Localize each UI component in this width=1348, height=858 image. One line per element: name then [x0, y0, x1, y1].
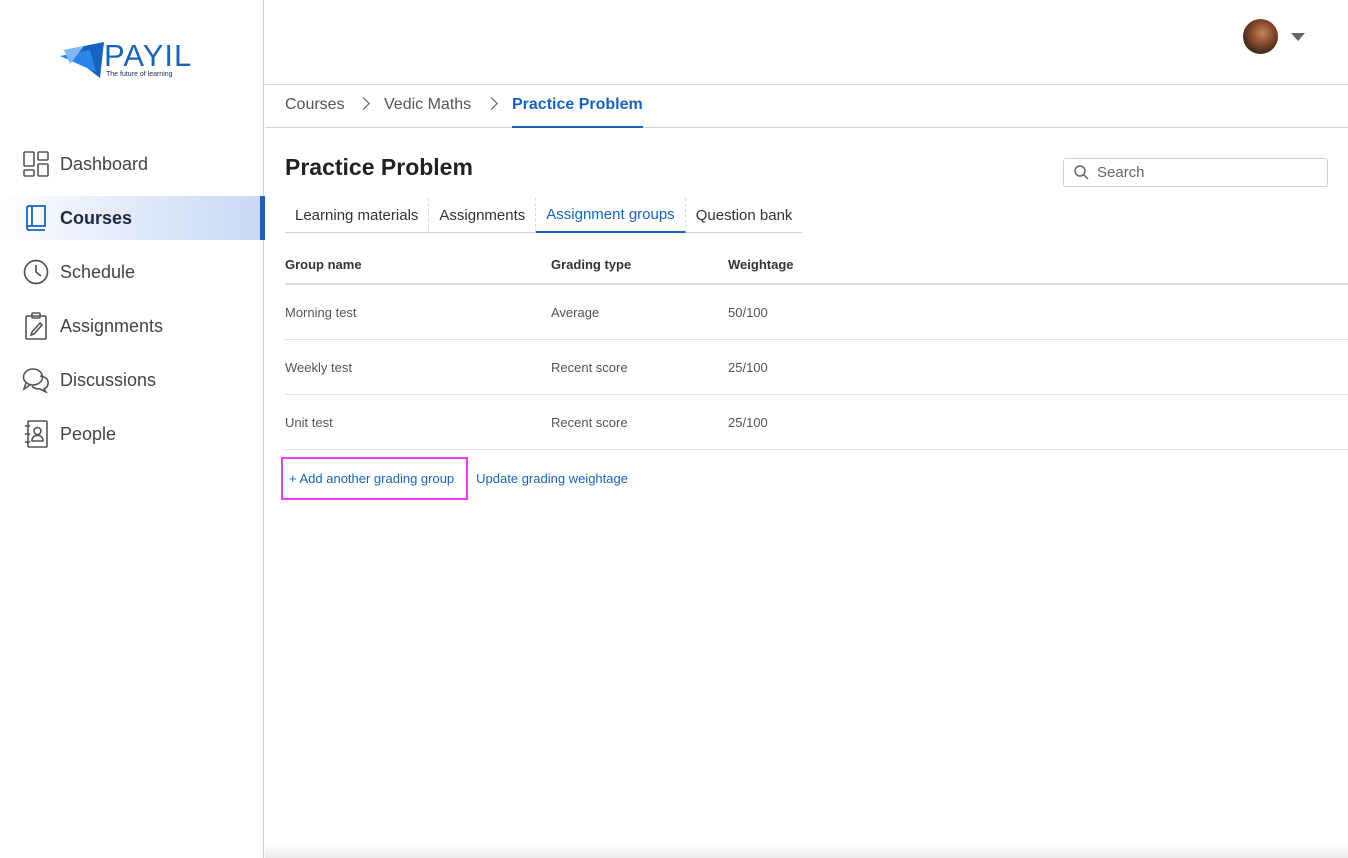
- table-header: Group name Grading type Weightage: [285, 246, 1348, 285]
- top-header: [265, 0, 1348, 85]
- clipboard-icon: [22, 312, 50, 340]
- group-name-cell: Unit test: [285, 414, 333, 430]
- sidebar-item-label: Assignments: [60, 315, 164, 336]
- chevron-right-icon: [485, 97, 498, 110]
- chat-icon: [22, 366, 50, 394]
- tab-assignments[interactable]: Assignments: [429, 198, 537, 232]
- breadcrumb-practice-problem[interactable]: Practice Problem: [512, 96, 643, 128]
- sidebar-item-label: People: [60, 423, 117, 444]
- update-grading-weightage-link[interactable]: Update grading weightage: [476, 471, 628, 486]
- add-grading-group-link[interactable]: + Add another grading group: [289, 471, 454, 486]
- tab-question-bank[interactable]: Question bank: [686, 198, 803, 232]
- chevron-right-icon: [357, 97, 370, 110]
- assignment-groups-table: Group name Grading type Weightage Mornin…: [285, 246, 1348, 450]
- brand-tagline: The future of learning: [106, 71, 173, 78]
- column-header-grading-type: Grading type: [551, 257, 632, 272]
- sidebar-item-dashboard[interactable]: Dashboard: [0, 142, 264, 186]
- table-row[interactable]: Morning test Average 50/100: [285, 285, 1348, 340]
- breadcrumb-courses[interactable]: Courses: [285, 96, 345, 114]
- clock-icon: [22, 258, 50, 286]
- grading-type-cell: Average: [551, 304, 600, 320]
- breadcrumb: Courses Vedic Maths Practice Problem: [265, 86, 1348, 128]
- add-grading-group-highlight: + Add another grading group: [281, 457, 469, 500]
- page-title: Practice Problem: [285, 154, 473, 180]
- search-input[interactable]: [1097, 164, 1317, 181]
- chevron-down-icon[interactable]: [1291, 33, 1305, 41]
- tab-learning-materials[interactable]: Learning materials: [285, 198, 430, 232]
- contacts-icon: [22, 420, 50, 448]
- breadcrumb-vedic-maths[interactable]: Vedic Maths: [384, 96, 471, 114]
- dashboard-icon: [22, 150, 50, 178]
- book-icon: [22, 204, 50, 232]
- group-name-cell: Morning test: [285, 304, 357, 320]
- sidebar-item-assignments[interactable]: Assignments: [0, 304, 264, 348]
- user-avatar[interactable]: [1243, 19, 1278, 54]
- column-header-group-name: Group name: [285, 257, 362, 272]
- weightage-cell: 25/100: [728, 414, 768, 430]
- grading-type-cell: Recent score: [551, 359, 628, 375]
- brand-name: PAYIL: [104, 38, 193, 73]
- sidebar-item-label: Schedule: [60, 261, 136, 282]
- sidebar-item-courses[interactable]: Courses: [0, 196, 265, 240]
- sidebar-item-label: Dashboard: [60, 153, 149, 174]
- weightage-cell: 50/100: [728, 304, 768, 320]
- bottom-shadow: [265, 844, 1348, 858]
- payil-logo[interactable]: PAYIL The future of learning: [60, 38, 205, 84]
- group-name-cell: Weekly test: [285, 359, 352, 375]
- table-actions: + Add another grading group Update gradi…: [281, 457, 628, 500]
- sidebar-item-label: Courses: [60, 207, 133, 228]
- weightage-cell: 25/100: [728, 359, 768, 375]
- grading-type-cell: Recent score: [551, 414, 628, 430]
- sidebar-item-label: Discussions: [60, 369, 157, 390]
- sidebar-item-schedule[interactable]: Schedule: [0, 250, 264, 294]
- table-row[interactable]: Unit test Recent score 25/100: [285, 395, 1348, 450]
- sidebar-item-people[interactable]: People: [0, 412, 264, 456]
- tab-bar: Learning materials Assignments Assignmen…: [285, 198, 803, 233]
- logo-mark-icon: [60, 42, 104, 78]
- sidebar-nav: Dashboard Courses Schedule Assignments D…: [0, 142, 265, 466]
- table-row[interactable]: Weekly test Recent score 25/100: [285, 340, 1348, 395]
- sidebar-item-discussions[interactable]: Discussions: [0, 358, 264, 402]
- search-box[interactable]: [1063, 158, 1328, 187]
- column-header-weightage: Weightage: [728, 257, 794, 272]
- search-icon: [1074, 165, 1089, 180]
- sidebar: PAYIL The future of learning Dashboard C…: [0, 0, 265, 858]
- tab-assignment-groups[interactable]: Assignment groups: [536, 198, 686, 233]
